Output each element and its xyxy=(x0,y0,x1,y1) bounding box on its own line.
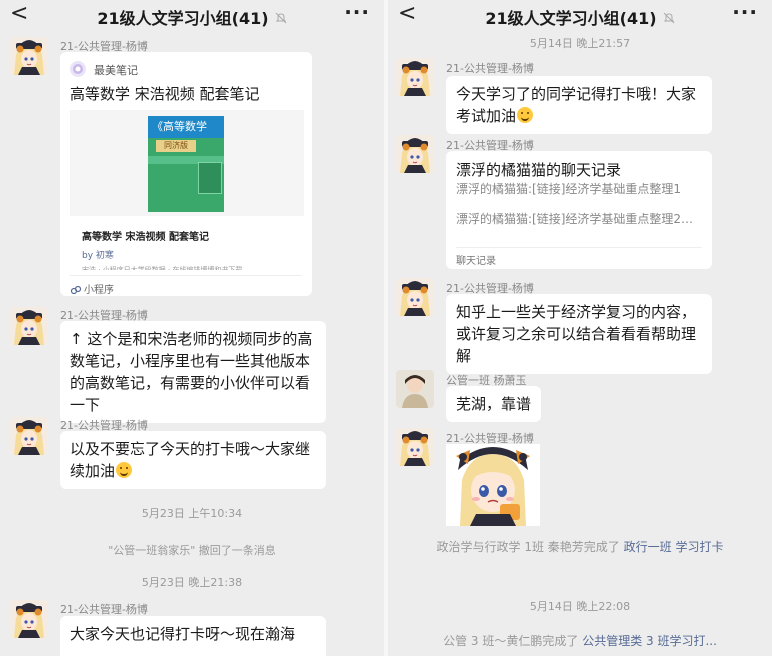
message-bubble[interactable]: 大家今天也记得打卡呀～现在瀚海 xyxy=(60,616,326,656)
recall-notice: "公管一班翁家乐" 撤回了一条消息 xyxy=(108,544,276,557)
more-icon[interactable]: ··· xyxy=(732,0,758,24)
avatar[interactable] xyxy=(396,370,434,408)
book-cover: 《高等数学 同济版 xyxy=(148,116,224,212)
timestamp: 5月14日 晚上22:08 xyxy=(529,600,631,613)
avatar[interactable] xyxy=(10,37,48,75)
chat-title: 21级人文学习小组(41) xyxy=(388,5,772,29)
chat-title: 21级人文学习小组(41) xyxy=(0,5,384,29)
card-faint-line: 宋浩 · 小程序日大学段数据 · 在线编排博博和书下载 xyxy=(82,266,243,270)
avatar[interactable] xyxy=(10,417,48,455)
checkin-link[interactable]: 政行一班 学习打卡 xyxy=(624,540,724,554)
card-preview-image: 《高等数学 同济版 xyxy=(70,110,304,216)
miniprogram-icon xyxy=(70,281,82,300)
more-icon[interactable]: ··· xyxy=(344,0,370,24)
message-bubble[interactable]: 芜湖，靠谱 xyxy=(446,386,542,422)
avatar[interactable] xyxy=(396,58,434,96)
message-bubble[interactable]: 以及不要忘了今天的打卡哦～大家继续加油 xyxy=(60,431,326,489)
chat-pane-left: < 21级人文学习小组(41) ··· 21-公共管理-杨博 最美笔记 高等数学… xyxy=(0,0,384,656)
checkin-text: 政治学与行政学 1班 秦艳芳完成了 xyxy=(436,540,620,554)
message-text: 今天学习了的同学记得打卡哦！大家考试加油 xyxy=(456,85,697,125)
chat-record-footer: 聊天记录 xyxy=(456,256,496,267)
message-bubble[interactable]: ↑ 这个是和宋浩老师的视频同步的高数笔记，小程序里也有一些其他版本的高数笔记，有… xyxy=(60,321,326,423)
sender-name: 21-公共管理-杨博 xyxy=(446,62,534,75)
book-edition: 同济版 xyxy=(156,140,196,152)
miniprogram-card[interactable]: 最美笔记 高等数学 宋浩视频 配套笔记 《高等数学 同济版 高等数学 宋浩视频 … xyxy=(60,52,312,296)
message-bubble[interactable]: 知乎上一些关于经济学复习的内容，或许复习之余可以结合着看看帮助理解 xyxy=(446,294,712,374)
avatar[interactable] xyxy=(10,307,48,345)
sticker-image[interactable] xyxy=(446,444,540,526)
top-bar: < 21级人文学习小组(41) ··· xyxy=(0,0,384,30)
timestamp: 5月14日 晚上21:57 xyxy=(529,37,631,50)
smile-emoji-icon xyxy=(517,107,534,123)
chat-title-text: 21级人文学习小组(41) xyxy=(97,9,269,28)
mute-bell-icon xyxy=(663,12,675,27)
message-text: 以及不要忘了今天的打卡哦～大家继续加油 xyxy=(70,440,311,480)
chat-title-text: 21级人文学习小组(41) xyxy=(485,9,657,28)
card-author: by 初寒 xyxy=(82,251,114,261)
checkin-text: 公管 3 班～黄仁鹏完成了 xyxy=(443,634,579,648)
chat-pane-right: < 21级人文学习小组(41) ··· 5月14日 晚上21:57 21-公共管… xyxy=(388,0,772,656)
avatar[interactable] xyxy=(396,135,434,173)
book-title: 《高等数学 xyxy=(148,116,224,138)
checkin-notice: 公管 3 班～黄仁鹏完成了 公共管理类 3 班学习打... xyxy=(388,632,772,649)
chat-record-card[interactable]: 漂浮的橘猫猫的聊天记录 漂浮的橘猫猫:[链接]经济学基础重点整理1 漂浮的橘猫猫… xyxy=(446,151,712,269)
card-caption: 高等数学 宋浩视频 配套笔记 xyxy=(82,232,209,243)
message-bubble[interactable]: 今天学习了的同学记得打卡哦！大家考试加油 xyxy=(446,76,712,134)
source-logo-icon xyxy=(70,61,86,77)
sender-name: 21-公共管理-杨博 xyxy=(60,603,148,616)
chat-record-title: 漂浮的橘猫猫的聊天记录 xyxy=(456,161,622,179)
smile-emoji-icon xyxy=(116,462,133,478)
top-bar: < 21级人文学习小组(41) ··· xyxy=(388,0,772,30)
avatar[interactable] xyxy=(396,278,434,316)
timestamp: 5月23日 上午10:34 xyxy=(141,507,243,520)
checkin-notice: 政治学与行政学 1班 秦艳芳完成了 政行一班 学习打卡 xyxy=(408,540,752,555)
chat-record-line: 漂浮的橘猫猫:[链接]经济学基础重点整理1 xyxy=(456,182,682,196)
avatar[interactable] xyxy=(396,428,434,466)
card-footer: 小程序 xyxy=(84,285,114,296)
mute-bell-icon xyxy=(275,12,287,27)
timestamp: 5月23日 晚上21:38 xyxy=(141,576,243,589)
avatar[interactable] xyxy=(10,600,48,638)
chat-record-line: 漂浮的橘猫猫:[链接]经济学基础重点整理2… xyxy=(456,212,694,226)
card-title: 高等数学 宋浩视频 配套笔记 xyxy=(70,85,260,103)
checkin-link[interactable]: 公共管理类 3 班学习打... xyxy=(582,634,717,648)
source-name: 最美笔记 xyxy=(94,64,138,77)
